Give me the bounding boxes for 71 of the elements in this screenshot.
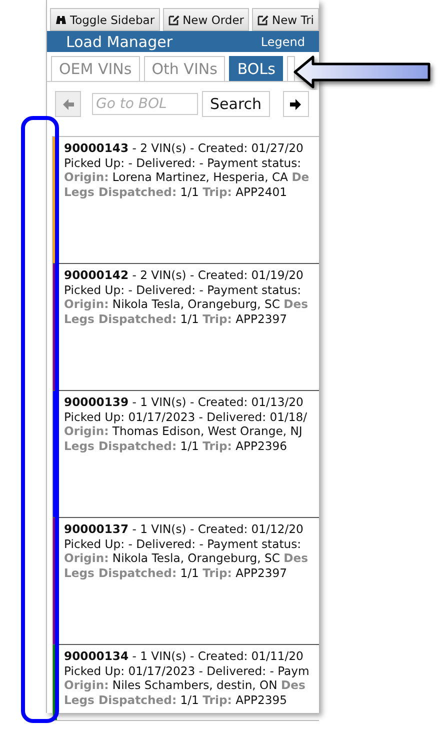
edit-icon [168, 14, 180, 26]
bol-summary: - 1 VIN(s) - Created: 01/11/20 [131, 649, 304, 663]
legs-value: 1/1 [180, 184, 199, 198]
bol-number: 90000143 [64, 141, 129, 155]
bol-card[interactable]: 90000139 - 1 VIN(s) - Created: 01/13/20 Picked Up: 01/17/2023 - Delivered: 01/18/ Origin: Thomas Edison, West Orange, NJ Legs Dispatched: 1/1 Trip: APP2396 [53, 391, 319, 518]
origin-value: Niles Schambers, destin, ON [112, 678, 278, 692]
field-label: Trip: [202, 184, 232, 198]
origin-value: Nikola Tesla, Orangeburg, SC [112, 551, 280, 565]
status-text: Picked Up: - Delivered: - Payment status: [64, 156, 302, 170]
trip-value: APP2396 [236, 438, 287, 452]
next-button[interactable] [282, 91, 309, 117]
bol-search-field[interactable]: Go to BOL [92, 93, 198, 115]
status-text: Picked Up: 01/17/2023 - Delivered: - Paym [64, 664, 310, 678]
bol-card[interactable]: 90000137 - 1 VIN(s) - Created: 01/12/20 Picked Up: - Delivered: - Payment status: Origin: Nikola Tesla, Orangeburg, SC Des Legs Dispatched: 1/1 Trip: APP2397 [53, 518, 319, 645]
bol-summary: - 2 VIN(s) - Created: 01/19/20 [131, 268, 304, 282]
field-label: Origin: [64, 170, 109, 184]
app-title: Load Manager [66, 32, 173, 50]
field-label: Des [284, 551, 308, 565]
field-label: Legs Dispatched: [64, 692, 177, 706]
field-label: Origin: [64, 424, 109, 438]
field-label: Legs Dispatched: [64, 184, 177, 198]
bol-number: 90000134 [64, 649, 129, 663]
field-label: Trip: [202, 566, 232, 580]
field-label: Origin: [64, 297, 109, 311]
field-label: Trip: [202, 438, 232, 452]
legs-value: 1/1 [180, 312, 199, 326]
edit-icon [257, 14, 269, 26]
field-label: Des [284, 297, 308, 311]
tab[interactable]: BOLs [229, 56, 284, 81]
bol-card[interactable]: 90000134 - 1 VIN(s) - Created: 01/11/20 Picked Up: 01/17/2023 - Delivered: - Paym Origin: Niles Schambers, destin, ON Des Legs Dispatched: 1/1 Trip: APP2395 [53, 645, 319, 720]
field-label: Legs Dispatched: [64, 566, 177, 580]
trip-value: APP2401 [236, 184, 287, 198]
toolbar-button[interactable]: New Order [162, 8, 249, 31]
field-label: Des [281, 678, 306, 692]
toolbar-button[interactable]: Toggle Sidebar [50, 8, 160, 31]
field-label: Origin: [64, 551, 109, 565]
toolbar-button[interactable]: New Tri [252, 8, 319, 31]
right-arrow-icon [289, 98, 302, 110]
field-label: Origin: [64, 678, 109, 692]
left-arrow-icon [62, 98, 74, 110]
field-label: Trip: [202, 312, 232, 326]
bol-number: 90000142 [64, 268, 129, 282]
bol-number: 90000137 [64, 522, 129, 536]
status-text: Picked Up: - Delivered: - Payment status: [64, 536, 302, 550]
binoculars-icon [55, 14, 67, 25]
origin-value: Thomas Edison, West Orange, NJ [112, 424, 302, 438]
tab[interactable]: OEM VINs [51, 56, 140, 81]
origin-value: Lorena Martinez, Hesperia, CA [112, 170, 288, 184]
field-label: Legs Dispatched: [64, 438, 177, 452]
legend-link[interactable]: Legend [260, 34, 305, 48]
bol-number: 90000139 [64, 395, 129, 409]
bol-summary: - 1 VIN(s) - Created: 01/12/20 [131, 522, 304, 536]
bol-summary: - 1 VIN(s) - Created: 01/13/20 [131, 395, 304, 409]
status-text: Picked Up: 01/17/2023 - Delivered: 01/18/ [64, 410, 308, 424]
trip-value: APP2397 [236, 312, 287, 326]
trip-value: APP2397 [236, 566, 287, 580]
bol-card[interactable]: 90000143 - 2 VIN(s) - Created: 01/27/20 Picked Up: - Delivered: - Payment status: Origin: Lorena Martinez, Hesperia, CA De Legs Dispatched: 1/1 Trip: APP2401 [53, 137, 319, 264]
legs-value: 1/1 [180, 566, 199, 580]
field-label: Trip: [202, 692, 232, 706]
origin-value: Nikola Tesla, Orangeburg, SC [112, 297, 280, 311]
legs-value: 1/1 [180, 438, 199, 452]
bol-summary: - 2 VIN(s) - Created: 01/27/20 [131, 141, 304, 155]
search-button[interactable]: Search [202, 91, 270, 117]
tab[interactable] [287, 56, 296, 81]
field-label: Legs Dispatched: [64, 312, 177, 326]
legs-value: 1/1 [180, 692, 199, 706]
tab[interactable]: Oth VINs [144, 56, 226, 81]
trip-value: APP2395 [236, 692, 287, 706]
field-label: De [292, 170, 310, 184]
status-text: Picked Up: - Delivered: - Payment status: [64, 282, 302, 296]
bol-card[interactable]: 90000142 - 2 VIN(s) - Created: 01/19/20 Picked Up: - Delivered: - Payment status: Origin: Nikola Tesla, Orangeburg, SC Des Legs Dispatched: 1/1 Trip: APP2397 [53, 264, 319, 391]
